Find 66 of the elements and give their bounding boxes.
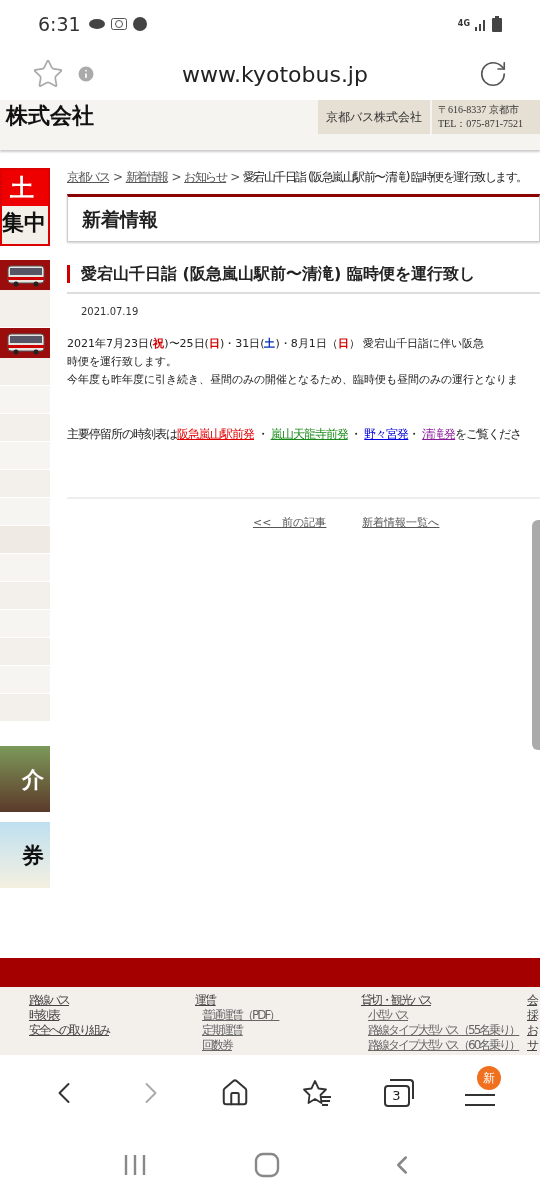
article-date: 2021.07.19 (81, 305, 140, 319)
phone-text: TEL：075-871-7521 (438, 117, 524, 131)
bus-banner[interactable] (0, 260, 50, 290)
footer-link[interactable]: 時刻表 (29, 1009, 195, 1022)
battery-icon (492, 16, 502, 32)
info-icon[interactable] (76, 64, 96, 84)
bus-drawing (6, 331, 46, 355)
footer-link[interactable]: 小型バス (368, 1009, 527, 1022)
footer-link[interactable]: 路線タイプ大型バス（60名乗り） (368, 1039, 527, 1052)
footer-link[interactable]: 路線バス (29, 994, 195, 1007)
article-title: 愛宕山千日詣 (阪急嵐山駅前〜清滝) 臨時便を運行致し (81, 263, 475, 285)
footer-link[interactable]: 会 (527, 994, 539, 1007)
article-paragraph: 2021年7月23日(祝)〜25日(日)・31日(土)・8月1日（日） 愛宕山千日詣に伴い阪急 時便を運行致します。 今年度も昨年度に引き続き、昼間のみの開催となるため、臨時便も昼間のみの運行となりま (67, 336, 519, 388)
pager-link[interactable]: << 前の記事 (253, 515, 327, 532)
sidebar-menu-row[interactable] (0, 498, 50, 526)
bus-banner[interactable] (0, 328, 50, 358)
bus-drawing (6, 263, 46, 287)
recent-apps-icon[interactable] (123, 1153, 148, 1177)
timetable-link[interactable]: 嵐山天龍寺前発 (270, 427, 348, 441)
camera-icon (110, 18, 127, 30)
breadcrumb-separator: > (230, 169, 239, 186)
section-title: 新着情報 (82, 206, 158, 232)
timetable-link[interactable]: 阪急嵐山駅前発 (177, 427, 254, 441)
footer-link[interactable]: 普通運賃（PDF） (202, 1009, 361, 1022)
breadcrumb-link[interactable]: 新着情報 (125, 168, 168, 186)
clock: 6:31 (38, 11, 81, 37)
network-type: 4G (457, 20, 470, 28)
breadcrumb-current: 愛宕山千日詣 (阪急嵐山駅前〜清滝) 臨時便を運行致します。 (242, 169, 527, 186)
menu-button[interactable] (464, 1091, 495, 1108)
site-logo: 株式会社 (6, 102, 94, 128)
breadcrumb-separator: > (113, 169, 122, 186)
footer-link[interactable]: 運賃 (195, 994, 361, 1007)
banner-text: 集中 (2, 209, 47, 237)
timetable-link[interactable]: 清滝発 (422, 427, 456, 441)
signal-icon (474, 17, 488, 31)
circle-icon (132, 17, 147, 31)
reload-icon[interactable] (478, 59, 508, 89)
url-text[interactable]: www.kyotobus.jp (108, 57, 466, 91)
sidebar-menu-row[interactable] (0, 554, 50, 582)
address-text: 〒616-8337 京都市 (438, 103, 520, 117)
new-badge: 新 (476, 1065, 501, 1090)
breadcrumb-link[interactable]: お知らせ (184, 168, 227, 186)
home-button-icon[interactable] (254, 1152, 280, 1178)
timetable-sentence: 主要停留所の時刻表は阪急嵐山駅前発 ・ 嵐山天龍寺前発 ・ 野々宮発・ 清滝発をご覧くださ (67, 426, 523, 443)
timetable-link[interactable]: 野々宮発 (364, 427, 409, 441)
footer-link[interactable]: 貸切・観光バス (361, 994, 527, 1007)
footer-link[interactable]: サ (527, 1039, 539, 1052)
banner-text: 券 (22, 841, 44, 870)
footer-link[interactable]: 安全への取り組み (29, 1024, 195, 1037)
breadcrumb-separator: > (171, 169, 181, 186)
footer-link[interactable]: 路線タイプ大型バス（55名乗り） (368, 1024, 527, 1037)
footer-link[interactable]: お (527, 1024, 539, 1037)
sidebar-menu-row[interactable] (0, 526, 50, 554)
scroll-bar[interactable] (532, 520, 540, 750)
banner-text: 土 (2, 170, 48, 206)
footer-link[interactable]: 回数券 (202, 1039, 361, 1052)
breadcrumb-link[interactable]: 京都バス (67, 168, 109, 186)
footer-link[interactable]: 採 (527, 1009, 539, 1022)
bookmark-star-icon[interactable] (32, 58, 64, 90)
banner-text: 介 (22, 765, 44, 794)
company-label: 京都バス株式会社 (318, 100, 430, 134)
pager-link[interactable]: 新着情報一覧へ (362, 515, 440, 532)
photo-banner[interactable]: 介 (0, 746, 50, 812)
bookmarks-icon[interactable] (300, 1077, 333, 1108)
footer-link[interactable]: 定期運賃 (202, 1024, 361, 1037)
photo-banner[interactable]: 券 (0, 822, 50, 888)
